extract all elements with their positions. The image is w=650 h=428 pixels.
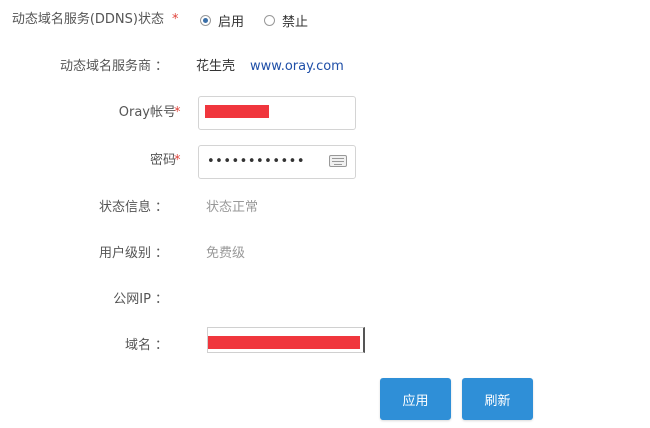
provider-name: 花生壳 [196, 59, 236, 74]
radio-disable[interactable]: 禁止 [264, 11, 308, 30]
radio-enable[interactable]: 启用 [200, 11, 244, 30]
radio-enable-label[interactable]: 启用 [218, 11, 244, 30]
required-mark: * [174, 105, 181, 120]
redacted-account-value [205, 105, 269, 118]
required-mark: * [172, 12, 179, 27]
domain-label: 域名： [124, 338, 168, 353]
password-masked-value: •••••••••••• [207, 154, 306, 169]
apply-button[interactable]: 应用 [380, 378, 451, 420]
provider-label: 动态域名服务商： [59, 59, 168, 74]
domain-field[interactable] [207, 327, 365, 353]
user-level-value: 免费级 [206, 246, 246, 261]
ddns-settings-page: 动态域名服务(DDNS)状态 * 启用 禁止 动态域名服务商： 花生壳 www.… [0, 0, 650, 428]
account-input[interactable] [198, 96, 356, 130]
provider-url-link[interactable]: www.oray.com [250, 58, 344, 76]
radio-selected-icon[interactable] [200, 15, 211, 26]
keyboard-icon[interactable] [329, 155, 347, 167]
redacted-domain-value [208, 336, 360, 349]
ddns-status-label: 动态域名服务(DDNS)状态 [11, 12, 164, 27]
password-input[interactable]: •••••••••••• [198, 145, 356, 179]
radio-unselected-icon[interactable] [264, 15, 276, 26]
password-label: 密码 [149, 153, 176, 168]
status-info-label: 状态信息： [98, 200, 168, 215]
status-info-value: 状态正常 [206, 200, 259, 215]
ddns-status-radio-group: 启用 禁止 [200, 11, 328, 30]
account-label: Oray帐号 [118, 105, 176, 120]
refresh-button[interactable]: 刷新 [462, 378, 533, 420]
public-ip-label: 公网IP： [113, 292, 168, 307]
radio-disable-label[interactable]: 禁止 [282, 11, 308, 30]
user-level-label: 用户级别： [98, 246, 168, 261]
required-mark: * [174, 153, 181, 168]
